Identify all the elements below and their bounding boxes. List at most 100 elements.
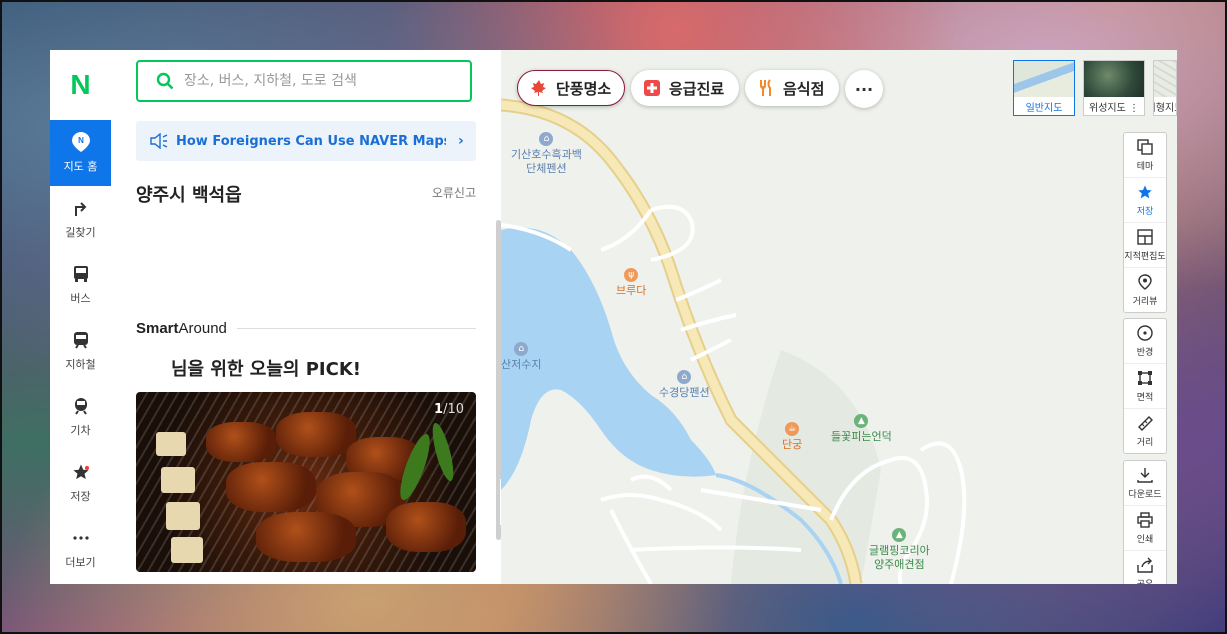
tool-area[interactable]: 면적 <box>1124 364 1166 409</box>
recommendation-photo[interactable]: 1/10 <box>136 392 476 572</box>
speaker-icon <box>150 133 168 149</box>
more-categories-button[interactable]: ··· <box>845 70 883 108</box>
report-error-link[interactable]: 오류신고 <box>432 184 476 201</box>
maple-leaf-icon <box>530 79 548 97</box>
bus-icon <box>71 264 91 284</box>
chip-restaurant[interactable]: 음식점 <box>745 70 839 106</box>
mountain-icon: ▲ <box>854 414 869 428</box>
nav-item-directions[interactable]: 길찾기 <box>50 186 111 252</box>
poi-restaurant[interactable]: ☕ 단궁 <box>782 422 802 452</box>
tool-group-3: 다운로드 인쇄 공유 <box>1123 460 1167 584</box>
cadastral-icon <box>1136 228 1154 246</box>
map-base <box>501 50 1177 584</box>
left-nav: N N 지도 홈 길찾기 버스 지하철 기차 저장 더보기 <box>50 50 112 584</box>
star-icon <box>1136 183 1154 201</box>
subway-icon <box>71 330 91 350</box>
tool-group-2: 반경 면적 거리 <box>1123 318 1167 454</box>
pick-title: 님을 위한 오늘의 PICK! <box>171 359 361 380</box>
meat <box>226 462 316 512</box>
map-type-thumbnail <box>1084 61 1144 97</box>
tool-radius[interactable]: 반경 <box>1124 319 1166 364</box>
tool-share[interactable]: 공유 <box>1124 551 1166 584</box>
area-icon <box>1136 369 1154 387</box>
nav-item-train[interactable]: 기차 <box>50 384 111 450</box>
nav-item-bus[interactable]: 버스 <box>50 252 111 318</box>
nav-label: 길찾기 <box>65 226 96 239</box>
nav-label: 지하철 <box>65 358 96 371</box>
more-icon <box>71 528 91 548</box>
poi-lodging[interactable]: ⌂ 수경당펜션 <box>659 370 710 400</box>
nav-label: 저장 <box>70 490 91 503</box>
tool-cadastral[interactable]: 지적편집도 <box>1124 223 1166 268</box>
restaurant-icon: ☕ <box>785 422 800 436</box>
poi-park[interactable]: ▲ 들꽃피는언덕 <box>831 414 892 444</box>
map-type-terrain[interactable]: 지형지도 <box>1153 60 1177 116</box>
search-box[interactable] <box>136 60 472 102</box>
share-icon <box>1136 556 1154 574</box>
map-type-thumbnail <box>1154 61 1176 97</box>
smart-around-logo: SmartAround <box>136 320 227 337</box>
tool-download[interactable]: 다운로드 <box>1124 461 1166 506</box>
meat <box>206 422 276 462</box>
restaurant-icon <box>757 79 775 97</box>
tofu <box>156 432 186 456</box>
tool-saved[interactable]: 저장 <box>1124 178 1166 223</box>
mountain-icon: ▲ <box>892 528 907 542</box>
restaurant-icon: ψ <box>624 268 639 282</box>
poi-park[interactable]: ▲ 글램핑코리아 양주애견점 <box>869 528 930 572</box>
notice-banner[interactable]: How Foreigners Can Use NAVER Maps f... › <box>136 121 476 161</box>
tool-street-view[interactable]: 거리뷰 <box>1124 268 1166 312</box>
tool-theme[interactable]: 테마 <box>1124 133 1166 178</box>
naver-logo[interactable]: N <box>50 50 111 120</box>
map-pin-icon: N <box>71 132 91 152</box>
radius-icon <box>1136 324 1154 342</box>
nav-item-map-home[interactable]: N 지도 홈 <box>50 120 111 186</box>
search-input[interactable] <box>182 72 456 90</box>
svg-text:N: N <box>78 136 84 145</box>
poi-lodging[interactable]: ⌂ 산저수지 <box>501 342 541 372</box>
train-icon <box>71 396 91 416</box>
nav-label: 더보기 <box>65 556 96 569</box>
lodging-icon: ⌂ <box>677 370 692 384</box>
notice-text: How Foreigners Can Use NAVER Maps f... <box>176 133 446 149</box>
search-icon <box>156 72 174 90</box>
nav-label: 버스 <box>70 292 91 305</box>
chip-autumn-foliage[interactable]: 단풍명소 <box>517 70 625 106</box>
chip-emergency-care[interactable]: 응급진료 <box>631 70 739 106</box>
tofu <box>161 467 195 493</box>
tofu <box>171 537 203 563</box>
map-type-normal[interactable]: 일반지도 <box>1013 60 1075 116</box>
photo-counter: 1/10 <box>434 402 464 417</box>
download-icon <box>1136 466 1154 484</box>
nav-item-saved[interactable]: 저장 <box>50 450 111 516</box>
tool-print[interactable]: 인쇄 <box>1124 506 1166 551</box>
nav-item-more[interactable]: 더보기 <box>50 516 111 582</box>
layers-icon <box>1136 138 1154 156</box>
nav-item-subway[interactable]: 지하철 <box>50 318 111 384</box>
poi-restaurant[interactable]: ψ 브루다 <box>616 268 646 298</box>
meat <box>276 412 356 457</box>
print-icon <box>1136 511 1154 529</box>
divider <box>236 328 476 329</box>
tool-distance[interactable]: 거리 <box>1124 409 1166 453</box>
meat <box>256 512 356 562</box>
ruler-icon <box>1136 414 1154 432</box>
map-type-thumbnail <box>1014 61 1074 97</box>
tool-group-1: 테마 저장 지적편집도 거리뷰 <box>1123 132 1167 313</box>
naver-map-app: N N 지도 홈 길찾기 버스 지하철 기차 저장 더보기 장소, 버스, 지하… <box>50 50 1177 584</box>
map-type-satellite[interactable]: 위성지도 ⋮ <box>1083 60 1145 116</box>
chevron-right-icon: › <box>458 133 464 149</box>
nav-label: 지도 홈 <box>63 160 98 173</box>
medical-cross-icon <box>643 79 661 97</box>
lodging-icon: ⌂ <box>514 342 529 356</box>
region-title: 양주시 백석읍 <box>136 185 242 206</box>
new-dot <box>85 466 89 470</box>
side-panel: How Foreigners Can Use NAVER Maps f... ›… <box>111 50 502 584</box>
lodging-icon: ⌂ <box>539 132 554 146</box>
poi-lodging[interactable]: ⌂ 기산호수흑과백 단체펜션 <box>511 132 582 176</box>
meat <box>386 502 466 552</box>
star-icon <box>71 462 91 482</box>
map-canvas[interactable]: ⌂ 기산호수흑과백 단체펜션 ψ 브루다 ⌂ 산저수지 ⌂ 수경당펜션 ☕ 단궁… <box>501 50 1177 584</box>
directions-icon <box>71 198 91 218</box>
smart-around-header: SmartAround <box>136 320 476 337</box>
